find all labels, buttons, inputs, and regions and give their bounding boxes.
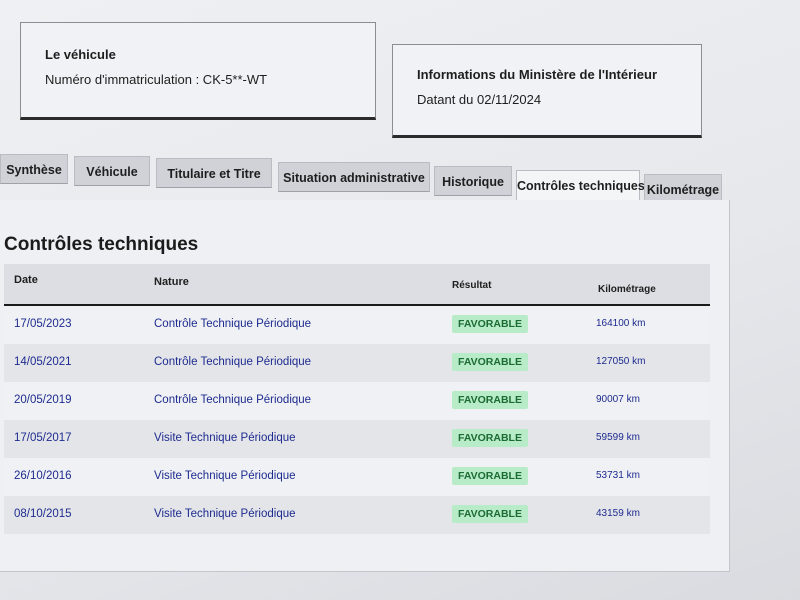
registration-number: Numéro d'immatriculation : CK-5**-WT (45, 72, 268, 87)
row-nature: Visite Technique Périodique (154, 432, 296, 444)
row-date: 17/05/2023 (14, 318, 72, 330)
favorable-badge: FAVORABLE (452, 429, 528, 447)
ministry-date: Datant du 02/11/2024 (417, 92, 542, 107)
vehicle-info-box: Le véhicule Numéro d'immatriculation : C… (20, 22, 376, 120)
header-date: Date (14, 274, 38, 286)
favorable-badge: FAVORABLE (452, 315, 528, 333)
row-result: FAVORABLE (452, 429, 528, 447)
table-row: 17/05/2017 Visite Technique Périodique F… (4, 420, 710, 458)
header-nature: Nature (154, 276, 189, 288)
row-result: FAVORABLE (452, 391, 528, 409)
ministry-info-box: Informations du Ministère de l'Intérieur… (392, 44, 702, 138)
tab-bar: Synthèse Véhicule Titulaire et Titre Sit… (0, 154, 800, 206)
table-row: 14/05/2021 Contrôle Technique Périodique… (4, 344, 710, 382)
row-km: 90007 km (596, 394, 640, 405)
row-result: FAVORABLE (452, 467, 528, 485)
row-nature: Visite Technique Périodique (154, 470, 296, 482)
row-km: 53731 km (596, 470, 640, 481)
row-km: 127050 km (596, 356, 646, 367)
page: Le véhicule Numéro d'immatriculation : C… (0, 0, 800, 600)
row-km: 43159 km (596, 508, 640, 519)
row-nature: Visite Technique Périodique (154, 508, 296, 520)
table-row: 26/10/2016 Visite Technique Périodique F… (4, 458, 710, 496)
row-date: 08/10/2015 (14, 508, 72, 520)
row-km: 164100 km (596, 318, 646, 329)
favorable-badge: FAVORABLE (452, 505, 528, 523)
row-result: FAVORABLE (452, 315, 528, 333)
tab-situation-administrative[interactable]: Situation administrative (278, 162, 430, 192)
row-result: FAVORABLE (452, 505, 528, 523)
row-km: 59599 km (596, 432, 640, 443)
row-date: 14/05/2021 (14, 356, 72, 368)
favorable-badge: FAVORABLE (452, 353, 528, 371)
header-result: Résultat (452, 280, 492, 291)
header-km: Kilométrage (598, 284, 656, 295)
tab-vehicule[interactable]: Véhicule (74, 156, 150, 186)
section-title: Contrôles techniques (4, 234, 199, 255)
row-date: 26/10/2016 (14, 470, 72, 482)
row-nature: Contrôle Technique Périodique (154, 356, 312, 368)
vehicle-title: Le véhicule (45, 47, 116, 62)
tab-controles-techniques[interactable]: Contrôles techniques (516, 170, 645, 204)
favorable-badge: FAVORABLE (452, 467, 528, 485)
table-row: 08/10/2015 Visite Technique Périodique F… (4, 496, 710, 534)
table-header: Date Nature Résultat Kilométrage (4, 264, 710, 306)
tab-synthese[interactable]: Synthèse (0, 154, 68, 184)
tab-titulaire-titre[interactable]: Titulaire et Titre (156, 158, 272, 188)
tab-historique[interactable]: Historique (434, 166, 512, 196)
table-row: 17/05/2023 Contrôle Technique Périodique… (4, 306, 710, 344)
row-nature: Contrôle Technique Périodique (154, 394, 312, 406)
row-result: FAVORABLE (452, 353, 528, 371)
row-nature: Contrôle Technique Périodique (154, 318, 312, 330)
favorable-badge: FAVORABLE (452, 391, 528, 409)
table-row: 20/05/2019 Contrôle Technique Périodique… (4, 382, 710, 420)
ministry-title: Informations du Ministère de l'Intérieur (417, 67, 658, 82)
row-date: 17/05/2017 (14, 432, 72, 444)
controls-table: Date Nature Résultat Kilométrage 17/05/2… (4, 264, 710, 534)
row-date: 20/05/2019 (14, 394, 72, 406)
